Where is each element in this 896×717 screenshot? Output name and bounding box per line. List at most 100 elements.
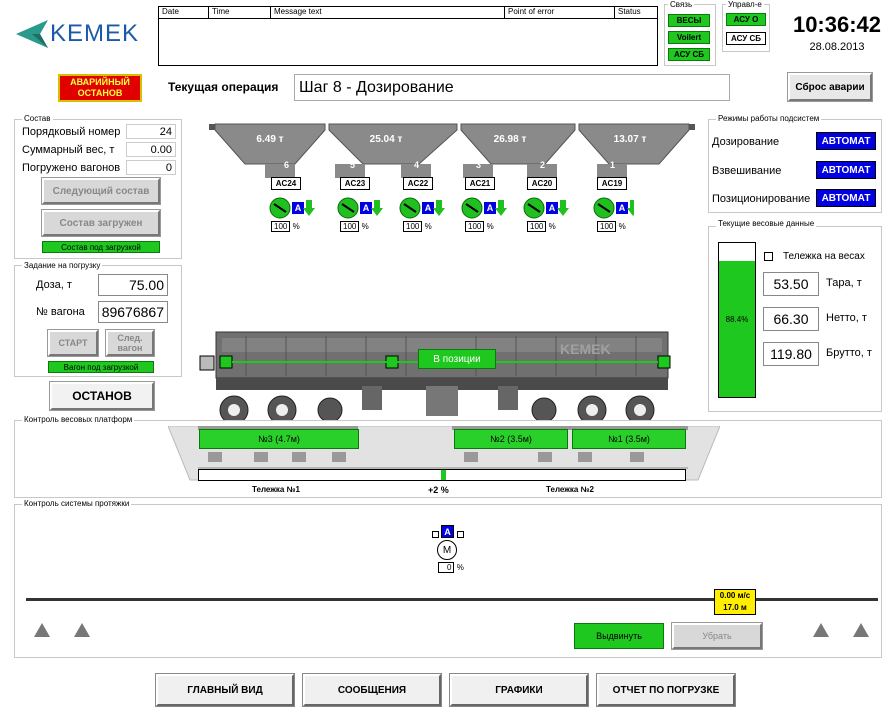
cart1-label: Тележка №1 <box>252 485 300 494</box>
clock-time: 10:36:42 <box>792 12 882 37</box>
feeder-percent-value: 100 <box>271 221 291 232</box>
comm-asu-sb: АСУ СБ <box>668 48 710 61</box>
comm-title: Связь <box>668 0 695 9</box>
start-button[interactable]: СТАРТ <box>48 330 98 356</box>
wagon-label: № вагона <box>36 306 85 318</box>
train-row-value: 0 <box>126 160 176 175</box>
column-header-date[interactable]: Date <box>159 7 209 18</box>
feeder-ac23[interactable]: AC23 <box>340 177 370 190</box>
motor-percent-value: 0 <box>438 562 455 573</box>
feeder-percent-value: 100 <box>527 221 547 232</box>
dose-label: Доза, т <box>36 279 72 291</box>
next-train-button[interactable]: Следующий состав <box>42 178 160 204</box>
motor-mode[interactable]: A <box>441 525 454 538</box>
mode-label: Взвешивание <box>712 165 782 177</box>
feeder-percent: 100 % <box>465 221 494 232</box>
mode-label: Дозирование <box>712 136 780 148</box>
column-header-time[interactable]: Time <box>209 7 271 18</box>
weight-gauge-fill <box>719 260 755 397</box>
nav-messages[interactable]: СООБЩЕНИЯ <box>303 674 441 706</box>
right-arrow-1-icon[interactable] <box>813 623 829 637</box>
tare-value: 53.50 <box>763 272 819 296</box>
emergency-stop-button[interactable]: АВАРИЙНЫЙ ОСТАНОВ <box>58 74 142 102</box>
percent-sign: % <box>361 222 369 231</box>
feeder-ac19[interactable]: AC19 <box>597 177 627 190</box>
mode-value[interactable]: АВТОМАТ <box>816 189 876 207</box>
operation-label: Текущая операция <box>168 80 279 94</box>
clock-date: 28.08.2013 <box>809 41 865 53</box>
train-status: Состав под загрузкой <box>42 241 160 253</box>
column-header-message[interactable]: Message text <box>271 7 505 18</box>
percent-sign: % <box>618 222 626 231</box>
feeder-percent: 100 % <box>271 221 300 232</box>
retract-button[interactable]: Убрать <box>672 623 762 649</box>
logo: KEMEK <box>12 18 152 50</box>
feeder-mode: A <box>362 203 370 213</box>
cart-on-scale-label: Тележка на весах <box>783 251 865 262</box>
right-arrow-2-icon[interactable] <box>853 623 869 637</box>
platform-1: №1 (3.5м) <box>572 429 686 449</box>
cart2-label: Тележка №2 <box>546 485 594 494</box>
train-row-label: Порядковый номер <box>22 126 121 138</box>
tare-label: Тара, т <box>826 277 862 289</box>
train-title: Состав <box>22 114 53 123</box>
percent-sign: % <box>548 222 556 231</box>
motor-left-box <box>432 531 439 538</box>
feeder-percent: 100 % <box>403 221 432 232</box>
motor-percent: 0 % <box>438 562 464 573</box>
train-row-label: Суммарный вес, т <box>22 144 115 156</box>
distance-value: 17.0 м <box>723 603 747 612</box>
nav-loading-report[interactable]: ОТЧЕТ ПО ПОГРУЗКЕ <box>597 674 735 706</box>
extend-button[interactable]: Выдвинуть <box>574 623 664 649</box>
nav-main-view[interactable]: ГЛАВНЫЙ ВИД <box>156 674 294 706</box>
column-header-point[interactable]: Point of error <box>505 7 615 18</box>
percent-sign: % <box>292 222 300 231</box>
next-wagon-button[interactable]: След. вагон <box>106 330 154 356</box>
weight-gauge: 88.4% <box>718 242 756 398</box>
left-arrow-2-icon[interactable] <box>74 623 90 637</box>
control-asu-sb: АСУ СБ <box>726 32 766 45</box>
message-table[interactable]: Date Time Message text Point of error St… <box>158 6 658 66</box>
wagon-brand: KEMEK <box>560 341 611 357</box>
stop-button[interactable]: ОСТАНОВ <box>50 382 154 410</box>
left-arrow-1-icon[interactable] <box>34 623 50 637</box>
feeder-percent: 100 % <box>340 221 369 232</box>
comm-voilert: Voilert <box>668 31 710 44</box>
feeder-percent-value: 100 <box>403 221 423 232</box>
feeder-ac22[interactable]: AC22 <box>403 177 433 190</box>
feeder-percent: 100 % <box>597 221 626 232</box>
net-label: Нетто, т <box>826 312 867 324</box>
feeder-ac24[interactable]: AC24 <box>271 177 301 190</box>
offset-track <box>198 469 686 481</box>
feeder-mode: A <box>424 203 432 213</box>
column-header-status[interactable]: Status <box>615 7 657 18</box>
train-loaded-button[interactable]: Состав загружен <box>42 210 160 236</box>
feeder-percent-value: 100 <box>465 221 485 232</box>
feeder-mode: A <box>486 203 494 213</box>
weight-gauge-label: 88.4% <box>725 315 749 324</box>
hopper-number: 3 <box>476 160 482 170</box>
cart-on-scale-checkbox[interactable] <box>764 252 773 261</box>
gross-value: 119.80 <box>763 342 819 366</box>
feeder-percent-value: 100 <box>340 221 360 232</box>
wagon-graphic <box>199 331 671 425</box>
mode-value[interactable]: АВТОМАТ <box>816 161 876 179</box>
reset-alarm-button[interactable]: Сброс аварии <box>788 73 872 101</box>
modes-title: Режимы работы подсистем <box>716 114 822 123</box>
feeder-ac20[interactable]: AC20 <box>527 177 557 190</box>
wagon-status: Вагон под загрузкой <box>48 361 154 373</box>
speed-value: 0.00 м/с <box>719 591 751 600</box>
motor-icon[interactable]: M <box>437 540 457 560</box>
mode-value[interactable]: АВТОМАТ <box>816 132 876 150</box>
hopper-weight: 13.07 т <box>613 134 647 145</box>
wagon-input[interactable]: 89676867 <box>98 301 168 323</box>
comm-vesy: ВЕСЫ <box>668 14 710 27</box>
kemek-logo-icon <box>16 20 48 48</box>
platform-2: №2 (3.5м) <box>454 429 568 449</box>
nav-charts[interactable]: ГРАФИКИ <box>450 674 588 706</box>
feeder-ac21[interactable]: AC21 <box>465 177 495 190</box>
feeder-percent: 100 % <box>527 221 556 232</box>
operation-value: Шаг 8 - Дозирование <box>294 74 730 101</box>
hopper-number: 5 <box>350 160 356 170</box>
dose-input[interactable]: 75.00 <box>98 274 168 296</box>
